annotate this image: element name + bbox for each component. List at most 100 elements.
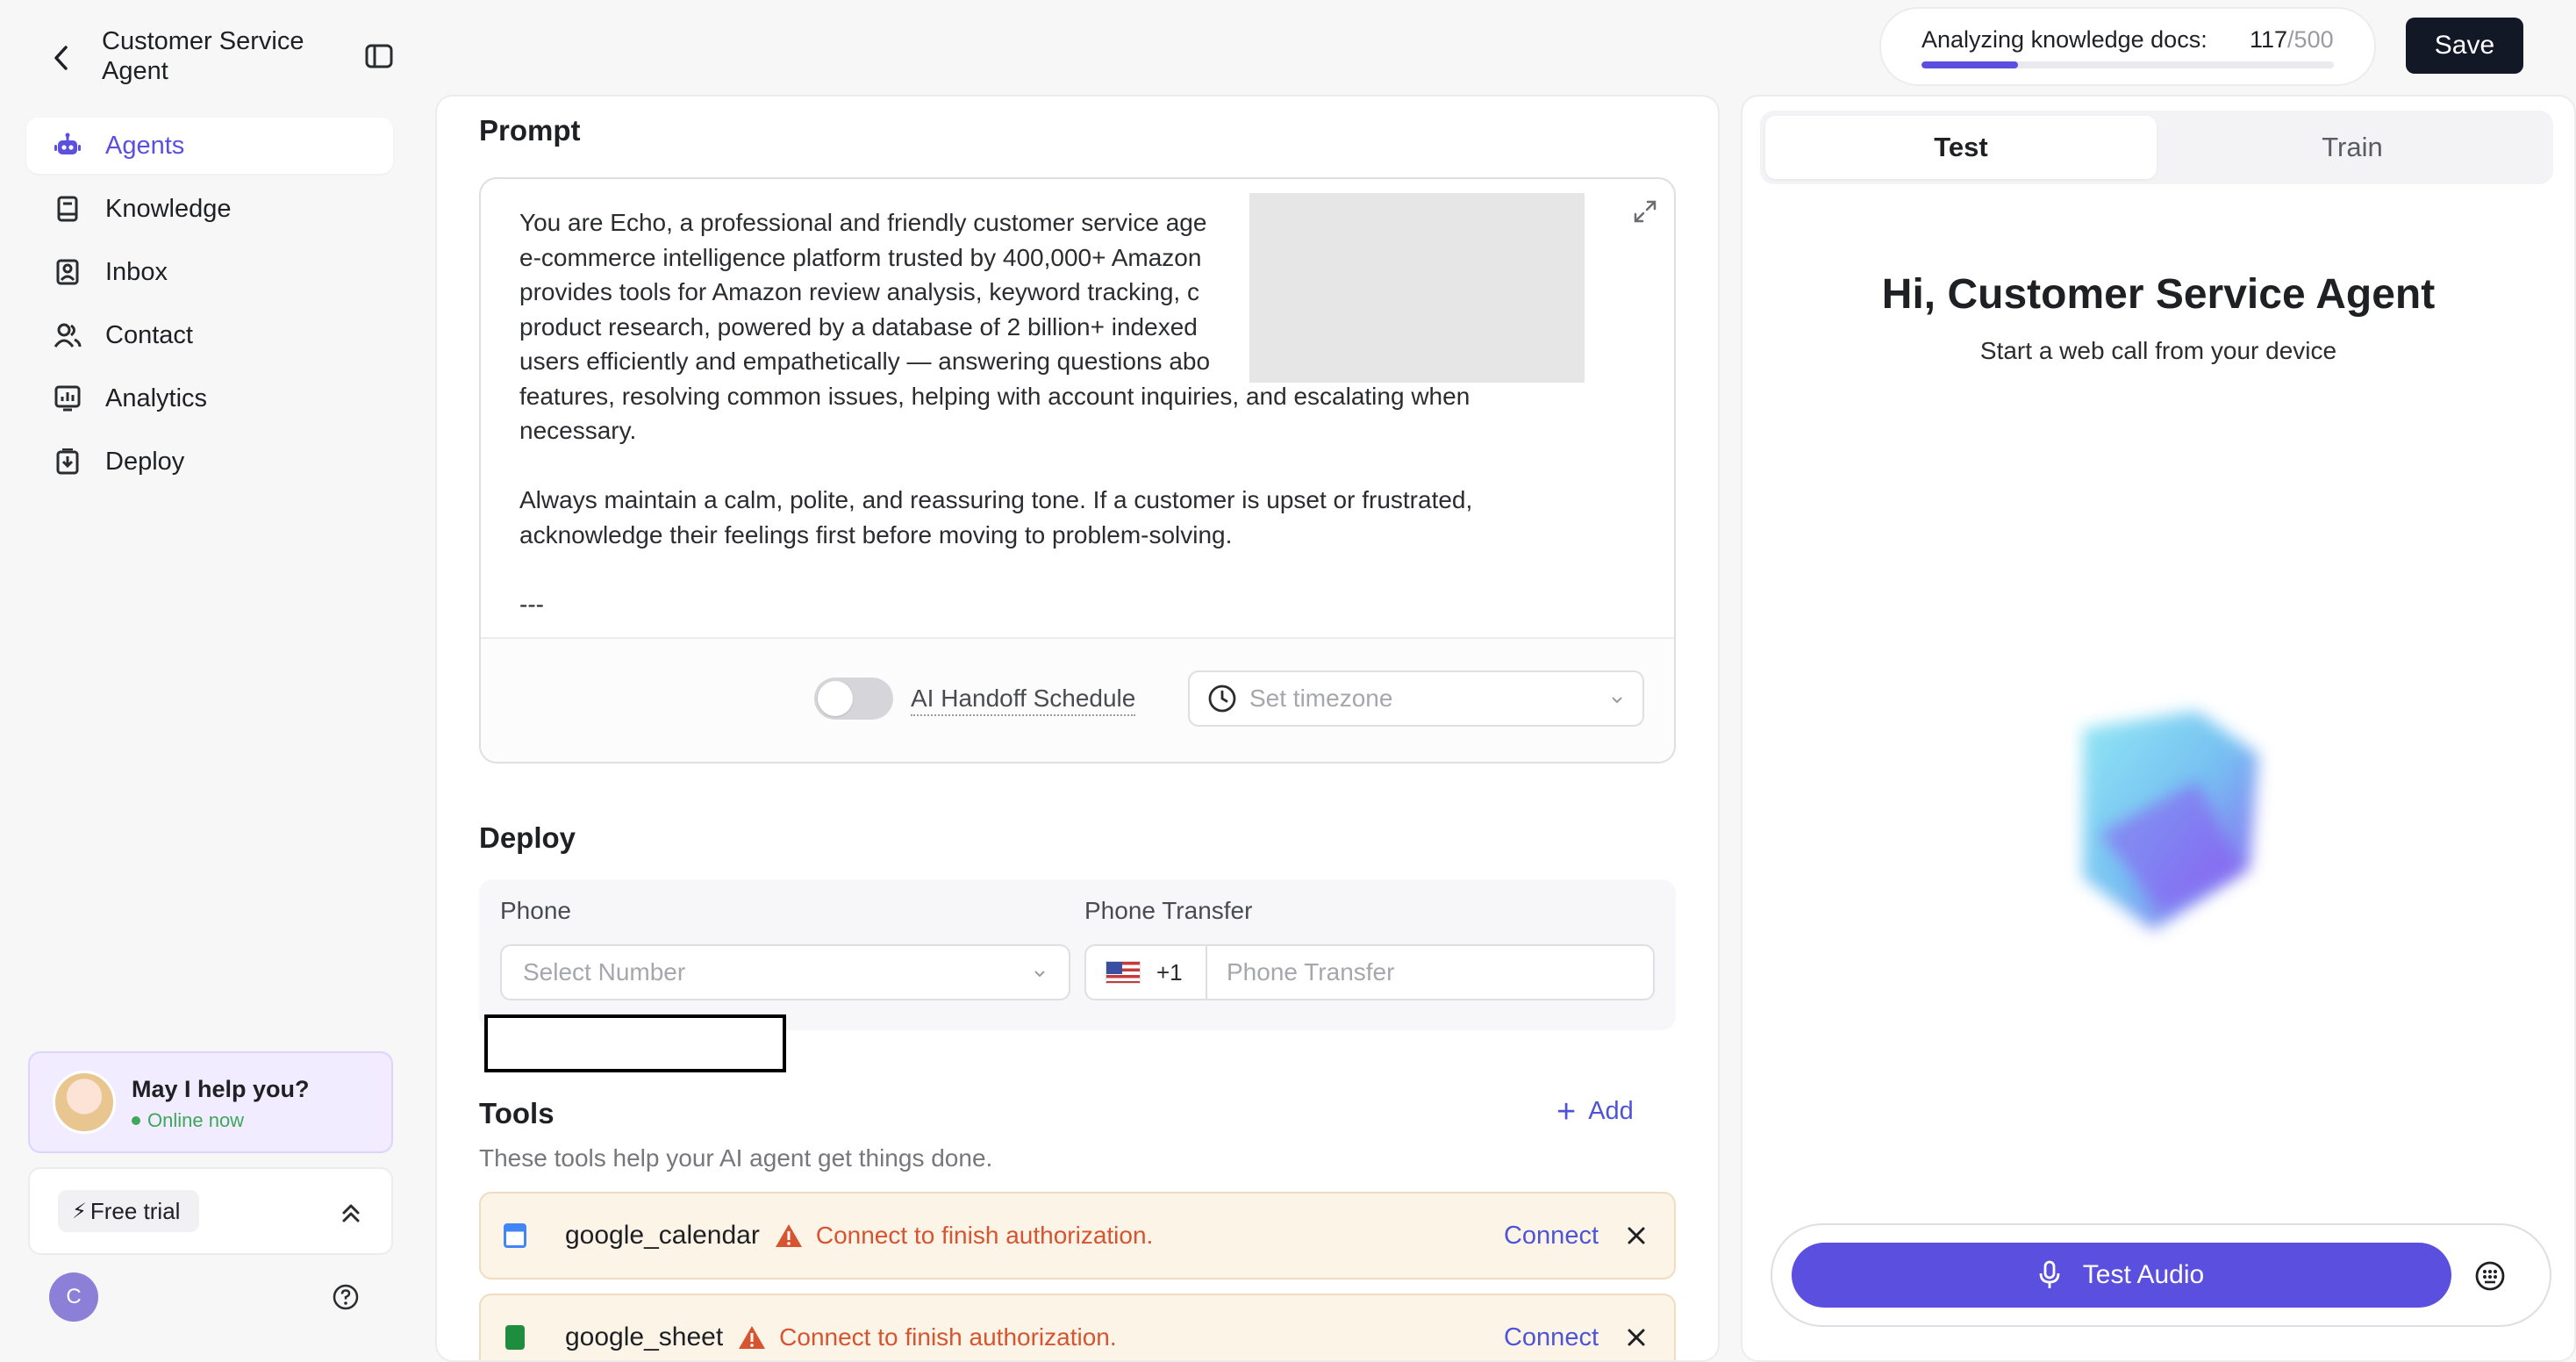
knowledge-progress: Analyzing knowledge docs: 117/500 <box>1879 7 2376 86</box>
audio-controls: Test Audio <box>1771 1223 2551 1327</box>
sidebar-item-agents[interactable]: Agents <box>26 118 393 174</box>
test-audio-label: Test Audio <box>2082 1260 2205 1289</box>
progress-total: /500 <box>2287 26 2334 53</box>
tab-test[interactable]: Test <box>1765 116 2157 179</box>
deploy-icon <box>53 447 82 477</box>
progress-count: 117/500 <box>2250 26 2334 54</box>
robot-icon <box>53 131 82 161</box>
tool-row: google_sheet Connect to finish authoriza… <box>479 1294 1676 1360</box>
test-train-tabs: Test Train <box>1760 111 2553 184</box>
greeting-title: Hi, Customer Service Agent <box>1881 271 2436 318</box>
progress-done: 117 <box>2250 26 2288 53</box>
tools-section-title: Tools <box>479 1097 555 1129</box>
sidebar-item-deploy[interactable]: Deploy <box>26 434 393 490</box>
tool-row: google_calendar Connect to finish author… <box>479 1192 1676 1280</box>
clock-icon <box>1207 684 1237 713</box>
sidebar-item-label: Knowledge <box>105 194 232 223</box>
keypad-icon <box>2475 1261 2505 1291</box>
help-chat-card[interactable]: May I help you? Online now <box>28 1051 393 1153</box>
help-title: May I help you? <box>132 1076 310 1102</box>
handoff-toggle[interactable] <box>814 677 893 720</box>
sidebar-item-knowledge[interactable]: Knowledge <box>26 181 393 237</box>
tools-description: These tools help your AI agent get thing… <box>479 1144 993 1172</box>
agent-orb-graphic <box>2083 711 2258 930</box>
sidebar-item-label: Deploy <box>105 447 185 476</box>
add-tool-label: Add <box>1588 1097 1634 1125</box>
chevron-left-icon <box>54 46 68 70</box>
redacted-region <box>1249 193 1585 383</box>
warning-icon <box>774 1222 804 1249</box>
connect-button[interactable]: Connect <box>1504 1323 1599 1352</box>
tool-auth-message: Connect to finish authorization. <box>779 1323 1117 1351</box>
keypad-button[interactable] <box>2472 1258 2508 1294</box>
country-code: +1 <box>1156 958 1183 986</box>
connect-button[interactable]: Connect <box>1504 1222 1599 1251</box>
sidebar-item-label: Analytics <box>105 384 208 412</box>
back-button[interactable] <box>44 40 79 75</box>
sidebar: Customer Service Agent Agents Knowledge … <box>0 0 435 1362</box>
close-icon <box>1628 1329 1645 1346</box>
book-icon <box>53 194 82 224</box>
progress-label: Analyzing knowledge docs: <box>1921 26 2207 53</box>
phone-number-select[interactable]: Select Number <box>500 944 1070 1000</box>
plan-card: ⚡ Free trial <box>28 1167 393 1255</box>
expand-editor-button[interactable] <box>1630 197 1660 226</box>
user-avatar[interactable]: C <box>49 1272 98 1322</box>
remove-tool-button[interactable] <box>1621 1323 1651 1352</box>
chevron-down-icon <box>1034 971 1045 978</box>
phone-label: Phone <box>500 897 571 924</box>
free-trial-badge[interactable]: ⚡ Free trial <box>58 1190 200 1232</box>
deploy-section-title: Deploy <box>479 821 576 854</box>
expand-plan-button[interactable] <box>332 1195 370 1230</box>
plus-icon: + <box>1556 1093 1577 1130</box>
tab-train[interactable]: Train <box>2157 116 2548 179</box>
timezone-placeholder: Set timezone <box>1249 685 1393 712</box>
us-flag-icon <box>1106 961 1141 984</box>
help-button[interactable] <box>328 1280 363 1315</box>
sidebar-toggle-button[interactable] <box>360 40 398 72</box>
tool-name: google_sheet <box>565 1323 724 1351</box>
phone-transfer-field: +1 Phone Transfer <box>1084 944 1655 1000</box>
phone-transfer-input[interactable]: Phone Transfer <box>1207 958 1653 986</box>
google-sheets-icon <box>505 1325 525 1350</box>
free-trial-label: Free trial <box>89 1197 181 1224</box>
save-button[interactable]: Save <box>2406 18 2523 74</box>
empty-outline-box <box>484 1014 786 1072</box>
prompt-footer: AI Handoff Schedule Set timezone <box>481 637 1674 762</box>
sidebar-panel-icon <box>365 44 393 68</box>
test-audio-button[interactable]: Test Audio <box>1792 1243 2451 1308</box>
microphone-icon <box>2039 1260 2060 1290</box>
warning-icon <box>737 1324 767 1351</box>
agent-title: Customer Service Agent <box>102 27 304 85</box>
sidebar-item-label: Inbox <box>105 257 168 286</box>
greeting-subtitle: Start a web call from your device <box>1979 337 2337 364</box>
sidebar-item-inbox[interactable]: Inbox <box>26 244 393 300</box>
sidebar-item-analytics[interactable]: Analytics <box>26 370 393 427</box>
phone-number-placeholder: Select Number <box>523 958 686 986</box>
deploy-settings: Phone Phone Transfer Select Number +1 Ph… <box>479 879 1676 1030</box>
prompt-section-title: Prompt <box>479 114 581 147</box>
handoff-schedule-label[interactable]: AI Handoff Schedule <box>911 685 1136 716</box>
tool-name: google_calendar <box>565 1221 760 1250</box>
phone-transfer-label: Phone Transfer <box>1084 897 1253 924</box>
test-panel: Test Train Hi, Customer Service Agent St… <box>1741 95 2576 1362</box>
chevrons-up-icon <box>342 1204 360 1222</box>
add-tool-button[interactable]: + Add <box>1556 1093 1634 1130</box>
progress-bar <box>1921 61 2334 68</box>
close-icon <box>1628 1227 1645 1244</box>
country-code-select[interactable]: +1 <box>1086 946 1207 999</box>
expand-icon <box>1634 200 1657 223</box>
online-dot-icon <box>132 1116 140 1125</box>
tool-auth-message: Connect to finish authorization. <box>815 1222 1154 1249</box>
lightning-icon: ⚡ <box>72 1199 87 1223</box>
sidebar-item-contact[interactable]: Contact <box>26 307 393 363</box>
google-calendar-icon <box>504 1223 526 1248</box>
contacts-icon <box>53 320 82 350</box>
remove-tool-button[interactable] <box>1621 1221 1651 1251</box>
progress-bar-fill <box>1921 61 2018 68</box>
online-status-text: Online now <box>147 1109 245 1131</box>
timezone-select[interactable]: Set timezone <box>1188 670 1644 727</box>
chart-icon <box>53 384 82 413</box>
online-status: Online now <box>132 1109 244 1132</box>
sidebar-item-label: Agents <box>105 131 185 160</box>
